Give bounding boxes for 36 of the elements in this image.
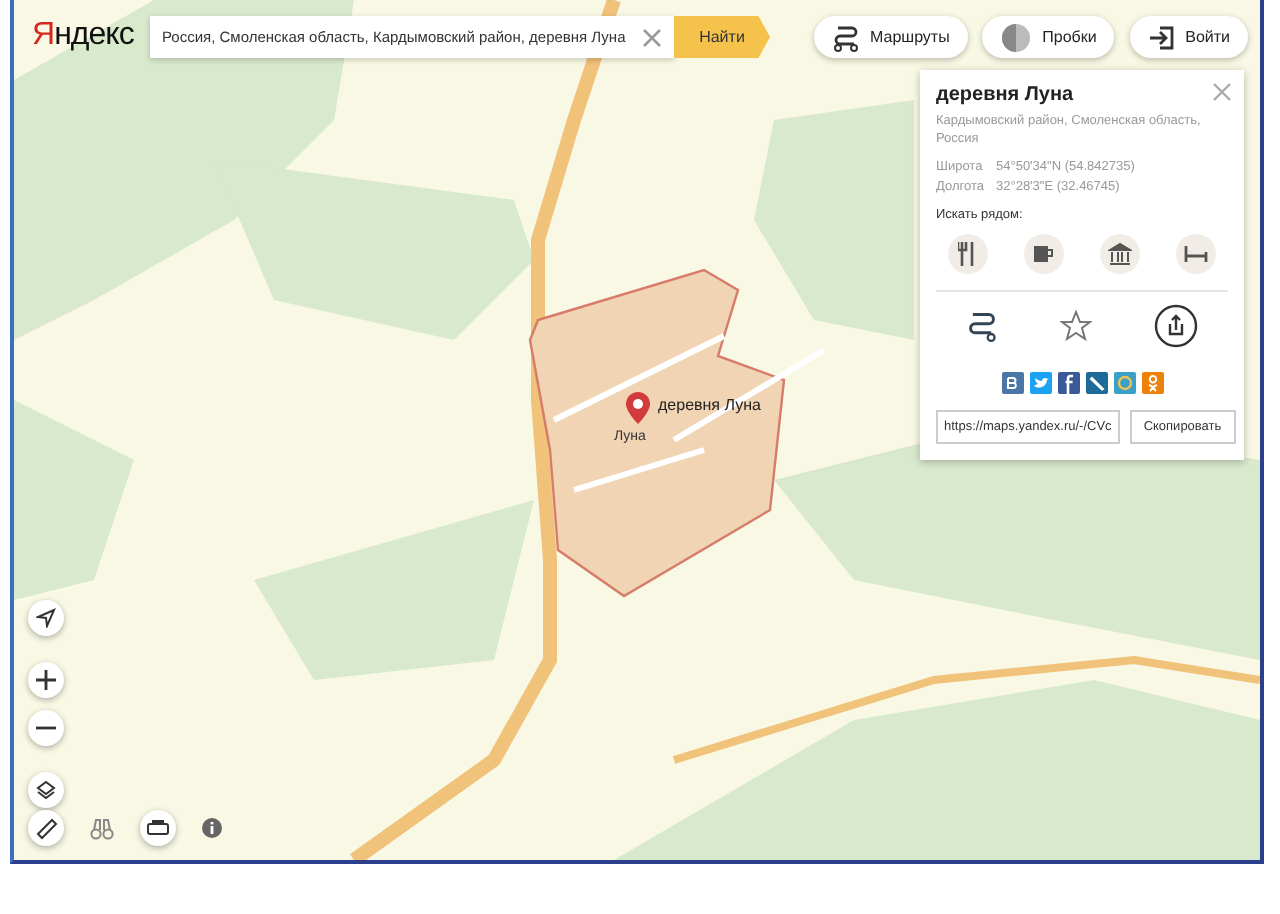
- printer-icon: [146, 818, 170, 838]
- ok-share-icon[interactable]: [1141, 371, 1163, 394]
- info-icon[interactable]: [202, 818, 222, 838]
- lj-share-icon[interactable]: [1085, 371, 1107, 394]
- routes-button[interactable]: Маршруты: [814, 16, 968, 58]
- card-title: деревня Луна: [936, 84, 1076, 106]
- museum-icon: [1108, 241, 1132, 266]
- binoculars-icon[interactable]: [90, 817, 114, 839]
- star-icon[interactable]: [1059, 309, 1092, 342]
- cup-icon: [1032, 243, 1056, 264]
- mail-share-icon[interactable]: [1113, 371, 1135, 394]
- plus-icon: [36, 670, 56, 690]
- place-label: деревня Луна: [658, 396, 761, 414]
- share-icon[interactable]: [1153, 303, 1198, 348]
- layers-icon: [36, 780, 56, 800]
- login-button[interactable]: Войти: [1129, 16, 1248, 58]
- vk-share-icon[interactable]: [1001, 371, 1023, 394]
- login-icon: [1147, 23, 1176, 51]
- facebook-share-icon[interactable]: [1057, 371, 1079, 394]
- museum-button[interactable]: [1100, 233, 1140, 274]
- traffic-icon: [1000, 21, 1033, 53]
- twitter-share-icon[interactable]: [1029, 371, 1051, 394]
- bed-icon: [1184, 243, 1208, 264]
- route-icon[interactable]: [966, 309, 999, 342]
- arrow-icon: [36, 608, 56, 628]
- fork-knife-icon: [958, 241, 978, 266]
- clear-icon[interactable]: [642, 27, 662, 47]
- route-icon: [832, 23, 860, 51]
- restaurant-button[interactable]: [948, 233, 988, 274]
- logo[interactable]: Яндекс: [32, 18, 134, 54]
- cafe-button[interactable]: [1024, 233, 1064, 274]
- map-pin-icon[interactable]: [624, 390, 652, 426]
- search-button[interactable]: Найти: [674, 16, 770, 58]
- ruler-icon: [35, 817, 57, 839]
- hotel-button[interactable]: [1176, 233, 1216, 274]
- traffic-button[interactable]: Пробки: [982, 16, 1115, 58]
